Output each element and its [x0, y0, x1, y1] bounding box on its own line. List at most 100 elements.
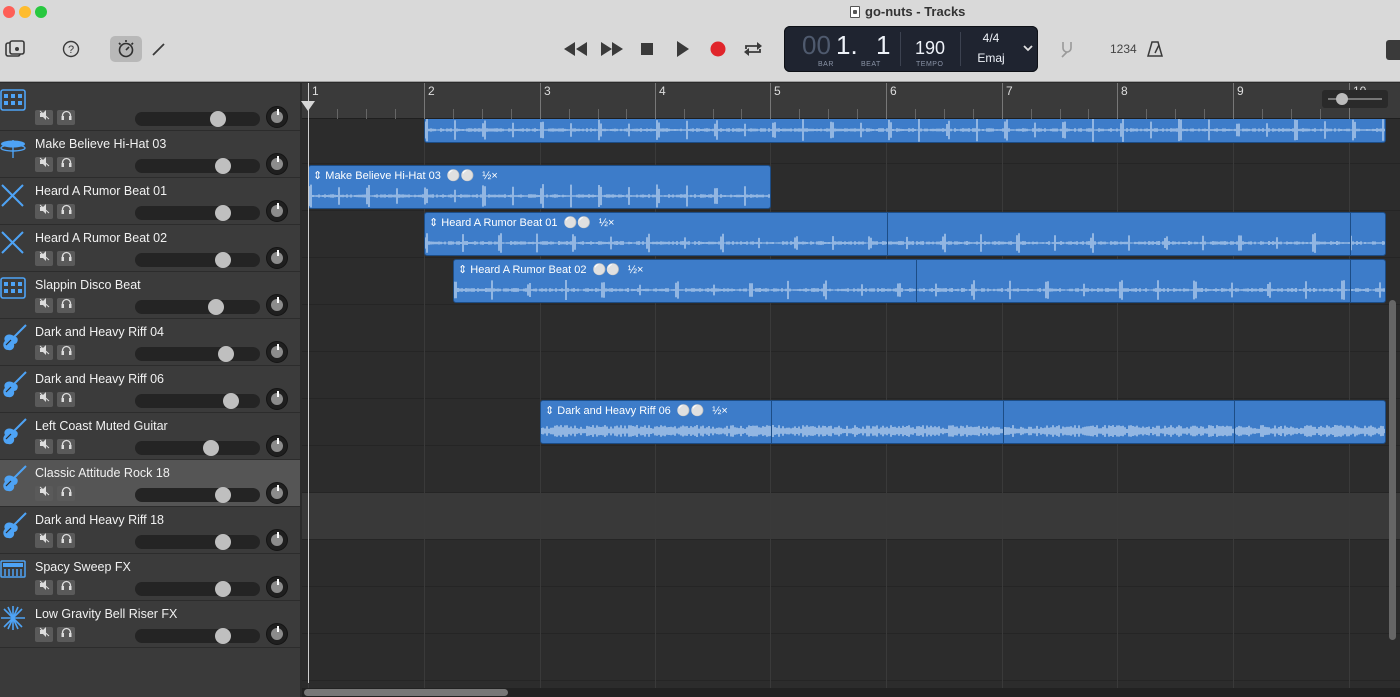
volume-slider[interactable]	[135, 205, 260, 221]
rewind-button[interactable]	[563, 39, 589, 59]
volume-slider-knob[interactable]	[203, 440, 219, 456]
track-name[interactable]: Make Believe Hi-Hat 03	[35, 137, 166, 151]
track-name[interactable]: Dark and Heavy Riff 18	[35, 513, 164, 527]
volume-slider-knob[interactable]	[223, 393, 239, 409]
pan-knob[interactable]	[266, 529, 288, 551]
track-header[interactable]: Make Believe Hi-Hat 03	[0, 131, 300, 178]
track-name[interactable]: Low Gravity Bell Riser FX	[35, 607, 177, 621]
track-name[interactable]: Heard A Rumor Beat 01	[35, 184, 167, 198]
horizontal-scrollbar[interactable]	[302, 688, 1400, 697]
volume-slider-knob[interactable]	[210, 111, 226, 127]
solo-button[interactable]	[57, 298, 75, 313]
mute-button[interactable]	[35, 251, 53, 266]
record-button[interactable]	[708, 39, 728, 59]
track-lane[interactable]	[302, 493, 1400, 540]
solo-button[interactable]	[57, 345, 75, 360]
track-lane[interactable]	[302, 540, 1400, 587]
pan-knob[interactable]	[266, 576, 288, 598]
zoom-window-button[interactable]	[35, 6, 47, 18]
pan-knob[interactable]	[266, 106, 288, 128]
pan-knob[interactable]	[266, 247, 288, 269]
cycle-button[interactable]	[742, 39, 764, 59]
mute-button[interactable]	[35, 298, 53, 313]
lcd-dropdown-button[interactable]	[1022, 40, 1038, 58]
mute-button[interactable]	[35, 345, 53, 360]
volume-slider-knob[interactable]	[215, 534, 231, 550]
track-header[interactable]: Low Gravity Bell Riser FX	[0, 601, 300, 648]
audio-region[interactable]: ⇕ Heard A Rumor Beat 02 ⚪⚪ ½×	[453, 259, 1386, 303]
track-header[interactable]: Dark and Heavy Riff 04	[0, 319, 300, 366]
track-header[interactable]: Classic Attitude Rock 18	[0, 460, 300, 507]
volume-slider[interactable]	[135, 393, 260, 409]
solo-button[interactable]	[57, 627, 75, 642]
close-window-button[interactable]	[3, 6, 15, 18]
volume-slider[interactable]	[135, 346, 260, 362]
tracks-area[interactable]: ⇕ Make Believe Hi-Hat 03 ⚪⚪ ½× ⇕ Heard A Ru…	[302, 119, 1400, 689]
smart-controls-button[interactable]	[110, 36, 142, 62]
audio-region[interactable]	[424, 119, 1386, 143]
track-lane[interactable]	[302, 587, 1400, 634]
play-button[interactable]	[674, 40, 692, 58]
pan-knob[interactable]	[266, 482, 288, 504]
volume-slider[interactable]	[135, 534, 260, 550]
timeline-ruler[interactable]: 12345678910	[302, 83, 1400, 119]
volume-slider[interactable]	[135, 628, 260, 644]
notepad-button[interactable]	[1386, 40, 1400, 60]
track-lane[interactable]	[302, 634, 1400, 681]
volume-slider-knob[interactable]	[215, 487, 231, 503]
track-header[interactable]: Dark and Heavy Riff 06	[0, 366, 300, 413]
pan-knob[interactable]	[266, 200, 288, 222]
mute-button[interactable]	[35, 392, 53, 407]
fast-forward-button[interactable]	[599, 39, 625, 59]
mute-button[interactable]	[35, 533, 53, 548]
track-header[interactable]: Left Coast Muted Guitar	[0, 413, 300, 460]
volume-slider[interactable]	[135, 111, 260, 127]
lcd-signature-key[interactable]: 4/4 Emaj	[960, 26, 1022, 72]
stop-button[interactable]	[638, 40, 656, 58]
pan-knob[interactable]	[266, 435, 288, 457]
mute-button[interactable]	[35, 439, 53, 454]
track-header[interactable]: Spacy Sweep FX	[0, 554, 300, 601]
volume-slider-knob[interactable]	[215, 158, 231, 174]
lcd-display[interactable]: 00 1. 1 BAR BEAT 190 TEMPO 4/4 Emaj	[784, 26, 1038, 72]
audio-region[interactable]: ⇕ Dark and Heavy Riff 06 ⚪⚪ ½×	[540, 400, 1386, 444]
library-button[interactable]	[4, 38, 26, 60]
volume-slider-knob[interactable]	[215, 252, 231, 268]
solo-button[interactable]	[57, 157, 75, 172]
volume-slider[interactable]	[135, 581, 260, 597]
track-lane[interactable]	[302, 352, 1400, 399]
playhead-handle[interactable]	[301, 101, 315, 111]
volume-slider-knob[interactable]	[218, 346, 234, 362]
track-name[interactable]: Dark and Heavy Riff 06	[35, 372, 164, 386]
mute-button[interactable]	[35, 486, 53, 501]
metronome-button[interactable]	[1144, 38, 1166, 60]
track-name[interactable]: Heard A Rumor Beat 02	[35, 231, 167, 245]
audio-region[interactable]: ⇕ Heard A Rumor Beat 01 ⚪⚪ ½×	[424, 212, 1386, 256]
track-name[interactable]: Spacy Sweep FX	[35, 560, 131, 574]
horizontal-scroll-thumb[interactable]	[304, 689, 508, 696]
zoom-slider-knob[interactable]	[1336, 93, 1348, 105]
solo-button[interactable]	[57, 204, 75, 219]
track-header[interactable]	[0, 84, 300, 131]
vertical-scroll-thumb[interactable]	[1389, 300, 1396, 640]
editors-button[interactable]	[148, 38, 168, 60]
pan-knob[interactable]	[266, 388, 288, 410]
mute-button[interactable]	[35, 110, 53, 125]
volume-slider-knob[interactable]	[208, 299, 224, 315]
pan-knob[interactable]	[266, 153, 288, 175]
volume-slider[interactable]	[135, 440, 260, 456]
minimize-window-button[interactable]	[19, 6, 31, 18]
pan-knob[interactable]	[266, 294, 288, 316]
solo-button[interactable]	[57, 533, 75, 548]
pan-knob[interactable]	[266, 341, 288, 363]
mute-button[interactable]	[35, 157, 53, 172]
track-lane[interactable]	[302, 446, 1400, 493]
volume-slider[interactable]	[135, 299, 260, 315]
solo-button[interactable]	[57, 486, 75, 501]
track-header[interactable]: Dark and Heavy Riff 18	[0, 507, 300, 554]
pan-knob[interactable]	[266, 623, 288, 645]
solo-button[interactable]	[57, 392, 75, 407]
volume-slider[interactable]	[135, 158, 260, 174]
solo-button[interactable]	[57, 439, 75, 454]
volume-slider-knob[interactable]	[215, 205, 231, 221]
